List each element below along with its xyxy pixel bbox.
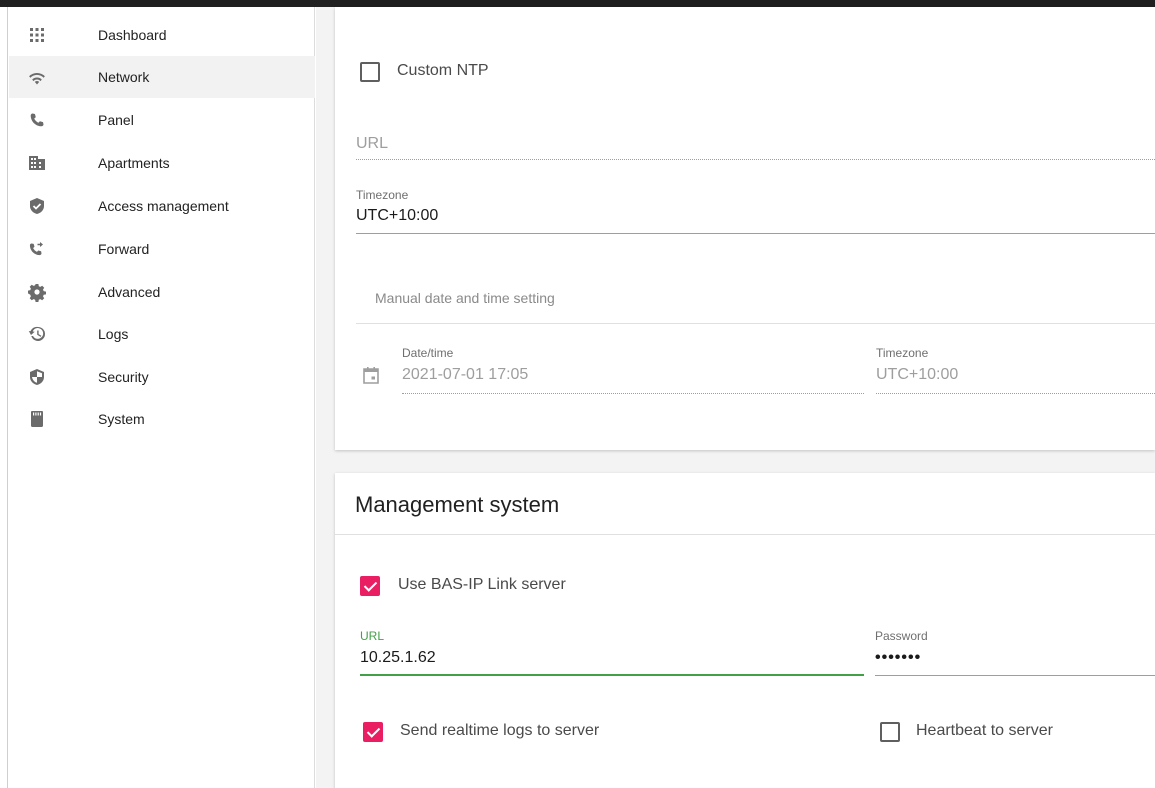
sidebar-item-label: Panel: [98, 112, 134, 128]
datetime-label: Date/time: [402, 346, 454, 360]
ntp-url-underline: [356, 159, 1155, 160]
server-url-label: URL: [360, 629, 385, 643]
sidebar-item-advanced[interactable]: Advanced: [9, 271, 315, 313]
sidebar-item-label: Advanced: [98, 284, 161, 300]
calendar-icon[interactable]: [361, 365, 381, 385]
history-icon: [27, 324, 47, 344]
phone-forward-icon: [27, 239, 47, 259]
sidebar-item-label: Security: [98, 369, 149, 385]
sidebar-item-label: Apartments: [98, 155, 170, 171]
server-url-input[interactable]: 10.25.1.62: [360, 649, 436, 667]
sidebar-item-label: Network: [98, 69, 150, 85]
wifi-icon: [27, 67, 47, 87]
realtime-logs-checkbox[interactable]: [363, 722, 383, 742]
top-bar: [0, 0, 1155, 7]
sidebar-item-forward[interactable]: Forward: [9, 228, 315, 270]
manual-timezone-label: Timezone: [876, 346, 929, 360]
window-left-edge: [0, 7, 8, 788]
timezone-select[interactable]: UTC+10:00: [356, 207, 438, 225]
sidebar-item-access-management[interactable]: Access management: [9, 185, 315, 227]
manual-timezone-field[interactable]: UTC+10:00: [876, 366, 958, 384]
manual-datetime-label: Manual date and time setting: [375, 290, 555, 306]
phone-icon: [27, 110, 47, 130]
custom-ntp-checkbox[interactable]: [360, 62, 380, 82]
apps-grid-icon: [27, 25, 47, 45]
custom-ntp-label: Custom NTP: [397, 62, 489, 79]
sidebar-item-security[interactable]: Security: [9, 356, 315, 398]
shield-check-icon: [27, 196, 47, 216]
sd-card-icon: [27, 409, 47, 429]
sidebar-item-apartments[interactable]: Apartments: [9, 142, 315, 184]
sidebar-item-logs[interactable]: Logs: [9, 313, 315, 355]
building-icon: [27, 153, 47, 173]
timezone-label: Timezone: [356, 188, 409, 202]
datetime-underline: [402, 393, 864, 394]
sidebar-item-network[interactable]: Network: [9, 56, 315, 98]
title-divider: [335, 534, 1155, 535]
sidebar-item-label: System: [98, 411, 145, 427]
server-url-underline: [360, 674, 864, 676]
management-system-card: Management system Use BAS-IP Link server…: [335, 473, 1155, 788]
datetime-field[interactable]: 2021-07-01 17:05: [402, 366, 528, 384]
gear-icon: [27, 282, 47, 302]
password-label: Password: [875, 629, 928, 643]
use-link-server-checkbox[interactable]: [360, 576, 380, 596]
main-content: Custom NTP URL Timezone UTC+10:00 Manual…: [316, 7, 1155, 788]
manual-divider: [356, 323, 1155, 324]
sidebar-item-system[interactable]: System: [9, 398, 315, 440]
section-title: Management system: [355, 492, 560, 517]
sidebar-item-label: Access management: [98, 198, 229, 214]
sidebar-item-dashboard[interactable]: Dashboard: [9, 14, 315, 56]
timezone-underline: [356, 233, 1155, 234]
sidebar-item-panel[interactable]: Panel: [9, 99, 315, 141]
time-settings-card: Custom NTP URL Timezone UTC+10:00 Manual…: [335, 7, 1155, 450]
heartbeat-label: Heartbeat to server: [916, 722, 1053, 739]
sidebar-item-label: Logs: [98, 326, 129, 342]
heartbeat-checkbox[interactable]: [880, 722, 900, 742]
password-input[interactable]: •••••••: [875, 649, 921, 667]
use-link-server-label: Use BAS-IP Link server: [398, 576, 566, 593]
sidebar-item-label: Forward: [98, 241, 150, 257]
sidebar: Dashboard Network Panel Apartments Acces…: [9, 7, 315, 788]
password-underline: [875, 675, 1155, 676]
ntp-url-field[interactable]: URL: [356, 135, 388, 153]
realtime-logs-label: Send realtime logs to server: [400, 722, 600, 739]
manual-timezone-underline: [876, 393, 1155, 394]
sidebar-item-label: Dashboard: [98, 27, 167, 43]
shield-half-icon: [27, 367, 47, 387]
